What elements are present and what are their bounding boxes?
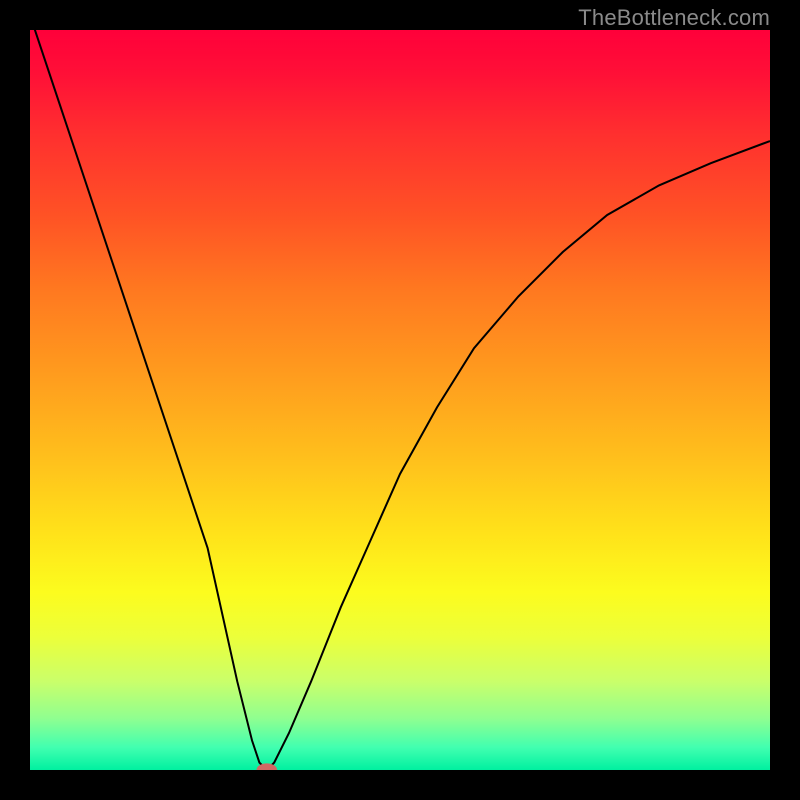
plot-area [30, 30, 770, 770]
chart-frame: TheBottleneck.com [0, 0, 800, 800]
watermark-text: TheBottleneck.com [578, 5, 770, 31]
minimum-marker [256, 763, 277, 770]
bottleneck-curve [30, 30, 770, 770]
curve-path [30, 30, 770, 770]
